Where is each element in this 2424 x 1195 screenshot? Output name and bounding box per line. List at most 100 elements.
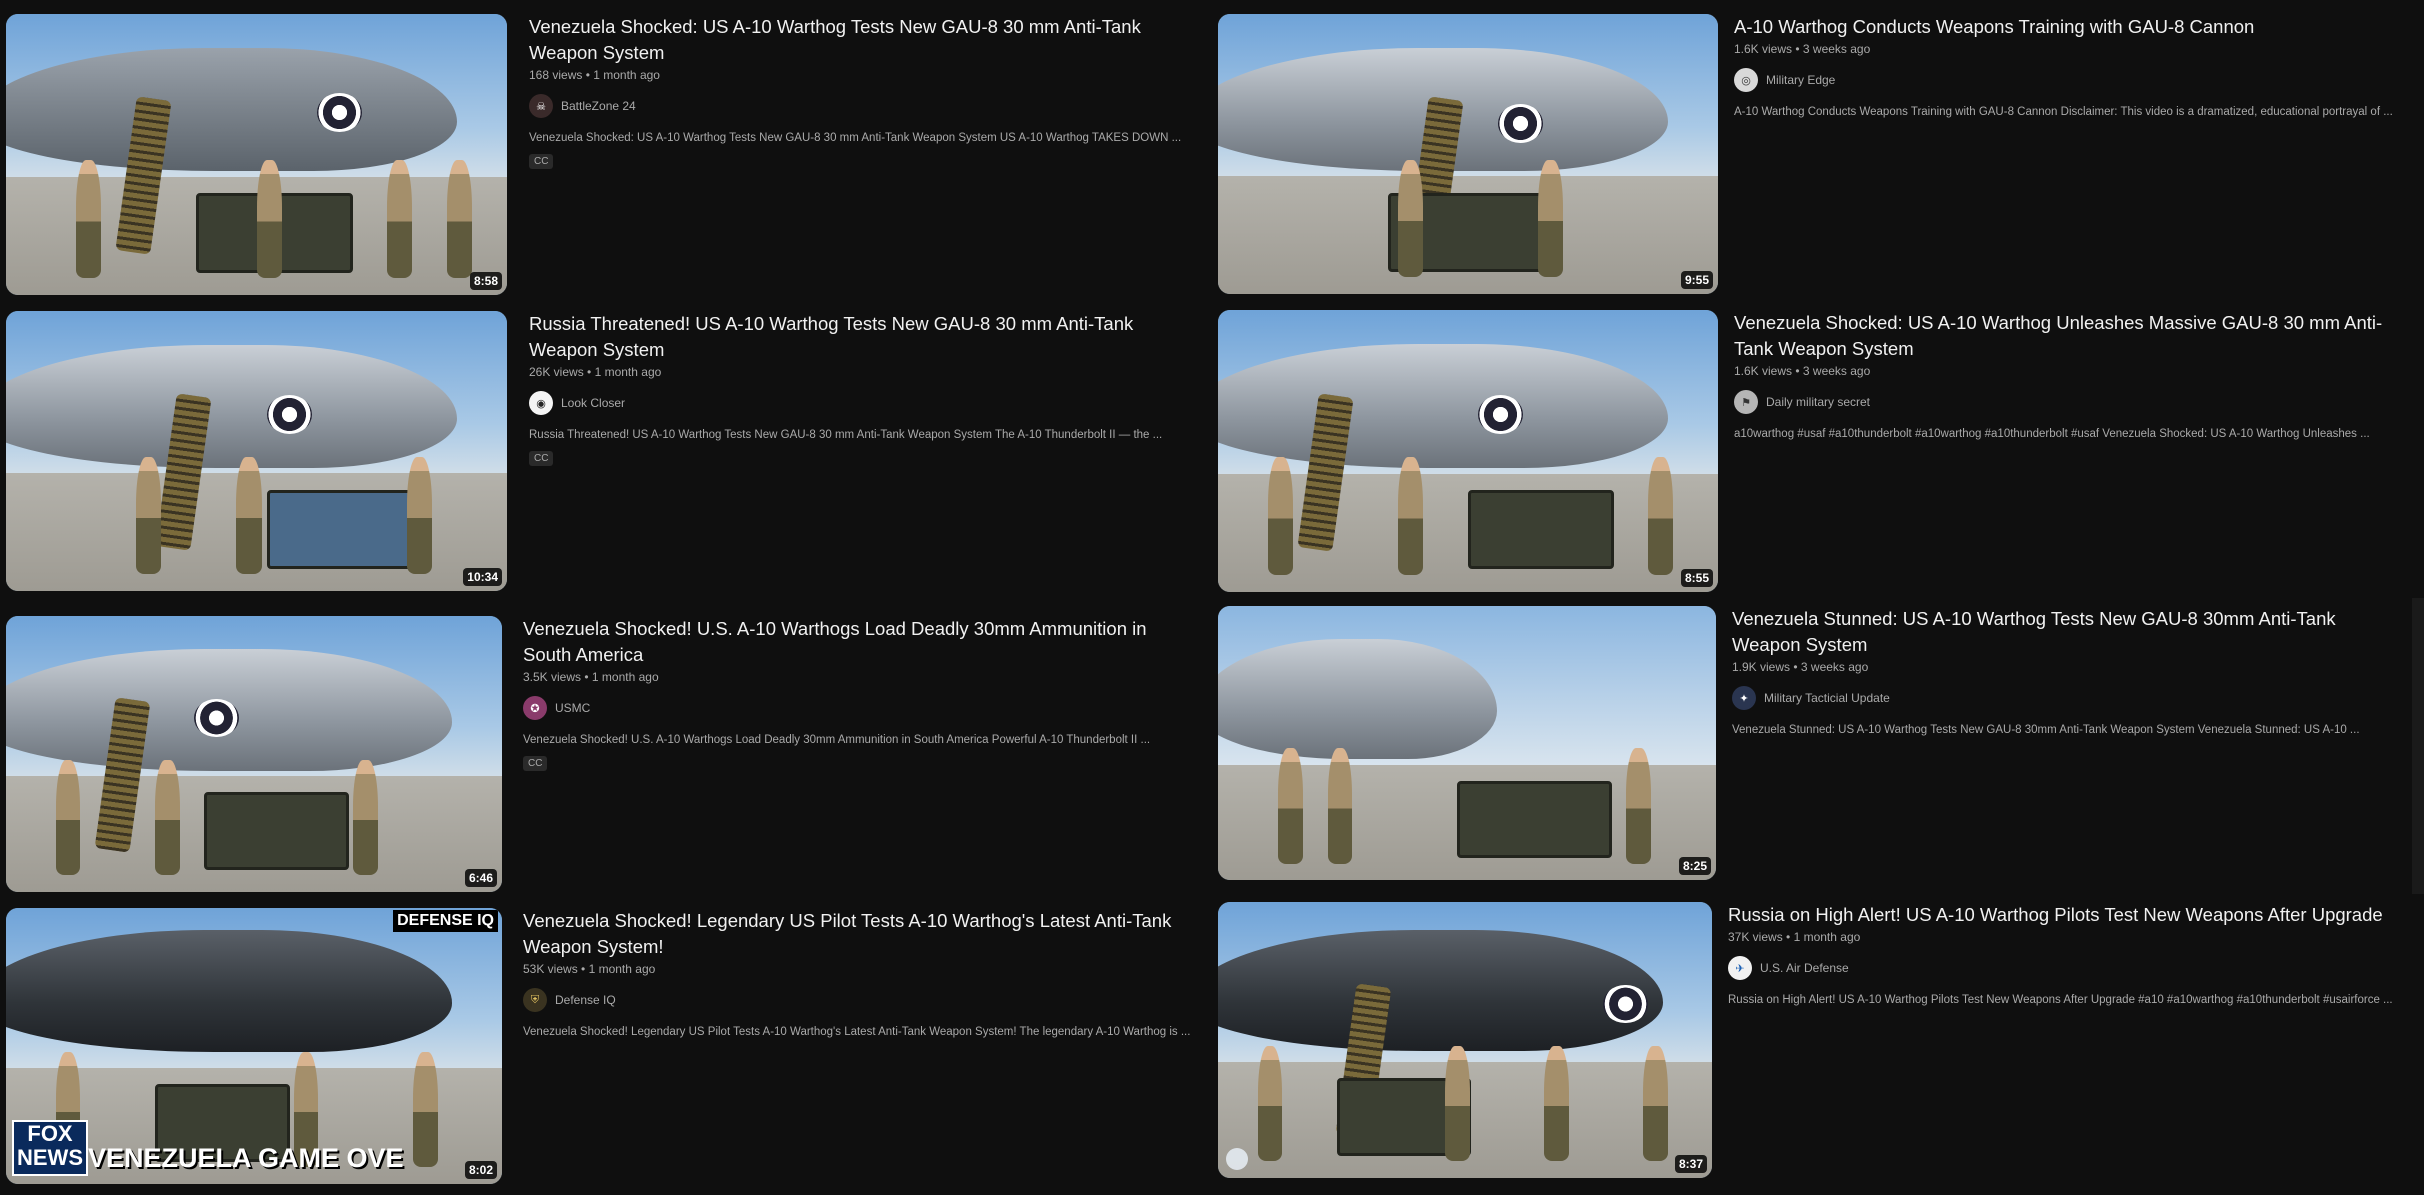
channel-name[interactable]: BattleZone 24 — [561, 99, 636, 113]
channel-info[interactable]: ✈ U.S. Air Defense — [1728, 956, 2408, 980]
video-item[interactable]: 9:55 A-10 Warthog Conducts Weapons Train… — [1218, 14, 2408, 294]
description-text: Venezuela Stunned: US A-10 Warthog Tests… — [1732, 724, 2360, 736]
channel-info[interactable]: ⚑ Daily military secret — [1734, 390, 2408, 414]
cc-badge: CC — [529, 154, 554, 169]
video-duration: 8:25 — [1678, 857, 1711, 875]
upload-age: 3 weeks ago — [1802, 364, 1871, 378]
video-description: Venezuela Shocked: US A-10 Warthog Tests… — [529, 132, 1186, 144]
fox-news-logo: FOX NEWS — [12, 1120, 88, 1176]
video-title[interactable]: A-10 Warthog Conducts Weapons Training w… — [1734, 14, 2408, 40]
video-title[interactable]: Venezuela Shocked! Legendary US Pilot Te… — [523, 908, 1190, 960]
video-details: Venezuela Shocked! U.S. A-10 Warthogs Lo… — [502, 616, 1186, 892]
view-count: 53K views — [523, 962, 578, 976]
video-thumbnail[interactable]: 8:55 — [1218, 310, 1718, 592]
video-title[interactable]: Venezuela Shocked: US A-10 Warthog Unlea… — [1734, 310, 2408, 362]
description-text: a10warthog #usaf #a10thunderbolt #a10war… — [1734, 428, 2370, 440]
video-stats: 1.9K views • 3 weeks ago — [1732, 660, 1869, 674]
video-details: Venezuela Shocked: US A-10 Warthog Tests… — [507, 14, 1186, 295]
view-count: 3.5K views — [523, 670, 582, 684]
thumbnail-corner-text: DEFENSE IQ — [393, 910, 498, 932]
video-description: Venezuela Shocked! Legendary US Pilot Te… — [523, 1026, 1190, 1038]
upload-age: 3 weeks ago — [1800, 660, 1869, 674]
channel-name[interactable]: Military Tacticial Update — [1764, 691, 1890, 705]
video-details: Russia on High Alert! US A-10 Warthog Pi… — [1712, 902, 2408, 1178]
video-title[interactable]: Venezuela Shocked! U.S. A-10 Warthogs Lo… — [523, 616, 1186, 668]
jet-icon[interactable]: ✈ — [1728, 956, 1752, 980]
watermark-icon — [1226, 1148, 1248, 1170]
video-details: Venezuela Stunned: US A-10 Warthog Tests… — [1716, 606, 2408, 880]
video-item[interactable]: 8:58 Venezuela Shocked: US A-10 Warthog … — [6, 14, 1186, 295]
emblem-icon[interactable]: ✪ — [523, 696, 547, 720]
video-description: a10warthog #usaf #a10thunderbolt #a10war… — [1734, 428, 2408, 440]
channel-info[interactable]: ⛨ Defense IQ — [523, 988, 1190, 1012]
scrollbar[interactable] — [2412, 598, 2424, 894]
description-text: Venezuela Shocked: US A-10 Warthog Tests… — [529, 132, 1182, 144]
video-item[interactable]: 8:37 Russia on High Alert! US A-10 Warth… — [1218, 902, 2408, 1178]
video-title[interactable]: Russia on High Alert! US A-10 Warthog Pi… — [1728, 902, 2408, 928]
video-item[interactable]: 10:34 Russia Threatened! US A-10 Warthog… — [6, 311, 1186, 591]
channel-info[interactable]: ✦ Military Tacticial Update — [1732, 686, 2408, 710]
channel-name[interactable]: Defense IQ — [555, 993, 616, 1007]
video-description: Venezuela Stunned: US A-10 Warthog Tests… — [1732, 724, 2408, 736]
video-duration: 8:02 — [464, 1161, 497, 1179]
video-stats: 26K views • 1 month ago — [529, 365, 662, 379]
video-item[interactable]: 6:46 Venezuela Shocked! U.S. A-10 Wartho… — [6, 616, 1186, 892]
cc-badge: CC — [523, 756, 548, 771]
upload-age: 1 month ago — [591, 670, 659, 684]
skull-icon[interactable]: ☠ — [529, 94, 553, 118]
video-thumbnail[interactable]: DEFENSE IQ FOX NEWS VENEZUELA GAME OVE 8… — [6, 908, 502, 1184]
video-description: Russia Threatened! US A-10 Warthog Tests… — [529, 429, 1186, 441]
video-stats: 37K views • 1 month ago — [1728, 930, 1861, 944]
video-description: A-10 Warthog Conducts Weapons Training w… — [1734, 106, 2408, 118]
video-thumbnail[interactable]: 9:55 — [1218, 14, 1718, 294]
video-thumbnail[interactable]: 8:37 — [1218, 902, 1712, 1178]
badge-icon[interactable]: ✦ — [1732, 686, 1756, 710]
video-stats: 3.5K views • 1 month ago — [523, 670, 659, 684]
video-stats: 53K views • 1 month ago — [523, 962, 656, 976]
flag-icon[interactable]: ⚑ — [1734, 390, 1758, 414]
video-details: Venezuela Shocked! Legendary US Pilot Te… — [502, 908, 1190, 1184]
video-item[interactable]: 8:25 Venezuela Stunned: US A-10 Warthog … — [1218, 606, 2408, 880]
description-text: Russia Threatened! US A-10 Warthog Tests… — [529, 429, 1163, 441]
globe-icon[interactable]: ◎ — [1734, 68, 1758, 92]
channel-name[interactable]: Look Closer — [561, 396, 625, 410]
video-title[interactable]: Russia Threatened! US A-10 Warthog Tests… — [529, 311, 1186, 363]
upload-age: 3 weeks ago — [1802, 42, 1871, 56]
view-count: 1.6K views — [1734, 42, 1793, 56]
description-text: Venezuela Shocked! U.S. A-10 Warthogs Lo… — [523, 734, 1151, 746]
eye-icon[interactable]: ◉ — [529, 391, 553, 415]
video-item[interactable]: DEFENSE IQ FOX NEWS VENEZUELA GAME OVE 8… — [6, 908, 1190, 1184]
upload-age: 1 month ago — [594, 365, 662, 379]
channel-info[interactable]: ✪ USMC — [523, 696, 1186, 720]
channel-info[interactable]: ◎ Military Edge — [1734, 68, 2408, 92]
video-duration: 8:58 — [469, 272, 502, 290]
video-thumbnail[interactable]: 8:58 — [6, 14, 507, 295]
thumbnail-banner-text: VENEZUELA GAME OVE — [88, 1143, 404, 1173]
video-title[interactable]: Venezuela Shocked: US A-10 Warthog Tests… — [529, 14, 1186, 66]
upload-age: 1 month ago — [1793, 930, 1861, 944]
cc-badge: CC — [529, 451, 554, 466]
shield-icon[interactable]: ⛨ — [523, 988, 547, 1012]
video-thumbnail[interactable]: 6:46 — [6, 616, 502, 892]
video-description: Venezuela Shocked! U.S. A-10 Warthogs Lo… — [523, 734, 1186, 746]
channel-name[interactable]: USMC — [555, 701, 590, 715]
description-text: A-10 Warthog Conducts Weapons Training w… — [1734, 106, 2393, 118]
video-details: Russia Threatened! US A-10 Warthog Tests… — [507, 311, 1186, 591]
video-title[interactable]: Venezuela Stunned: US A-10 Warthog Tests… — [1732, 606, 2408, 658]
channel-name[interactable]: Military Edge — [1766, 73, 1835, 87]
channel-info[interactable]: ☠ BattleZone 24 — [529, 94, 1186, 118]
video-details: Venezuela Shocked: US A-10 Warthog Unlea… — [1718, 310, 2408, 592]
video-thumbnail[interactable]: 10:34 — [6, 311, 507, 591]
video-stats: 1.6K views • 3 weeks ago — [1734, 364, 1871, 378]
channel-info[interactable]: ◉ Look Closer — [529, 391, 1186, 415]
upload-age: 1 month ago — [593, 68, 660, 82]
view-count: 168 views — [529, 68, 583, 82]
video-item[interactable]: 8:55 Venezuela Shocked: US A-10 Warthog … — [1218, 310, 2408, 592]
video-thumbnail[interactable]: 8:25 — [1218, 606, 1716, 880]
channel-name[interactable]: Daily military secret — [1766, 395, 1870, 409]
video-duration: 8:37 — [1674, 1155, 1707, 1173]
channel-name[interactable]: U.S. Air Defense — [1760, 961, 1849, 975]
video-stats: 1.6K views • 3 weeks ago — [1734, 42, 1871, 56]
video-description: Russia on High Alert! US A-10 Warthog Pi… — [1728, 994, 2408, 1006]
video-duration: 10:34 — [463, 568, 502, 586]
